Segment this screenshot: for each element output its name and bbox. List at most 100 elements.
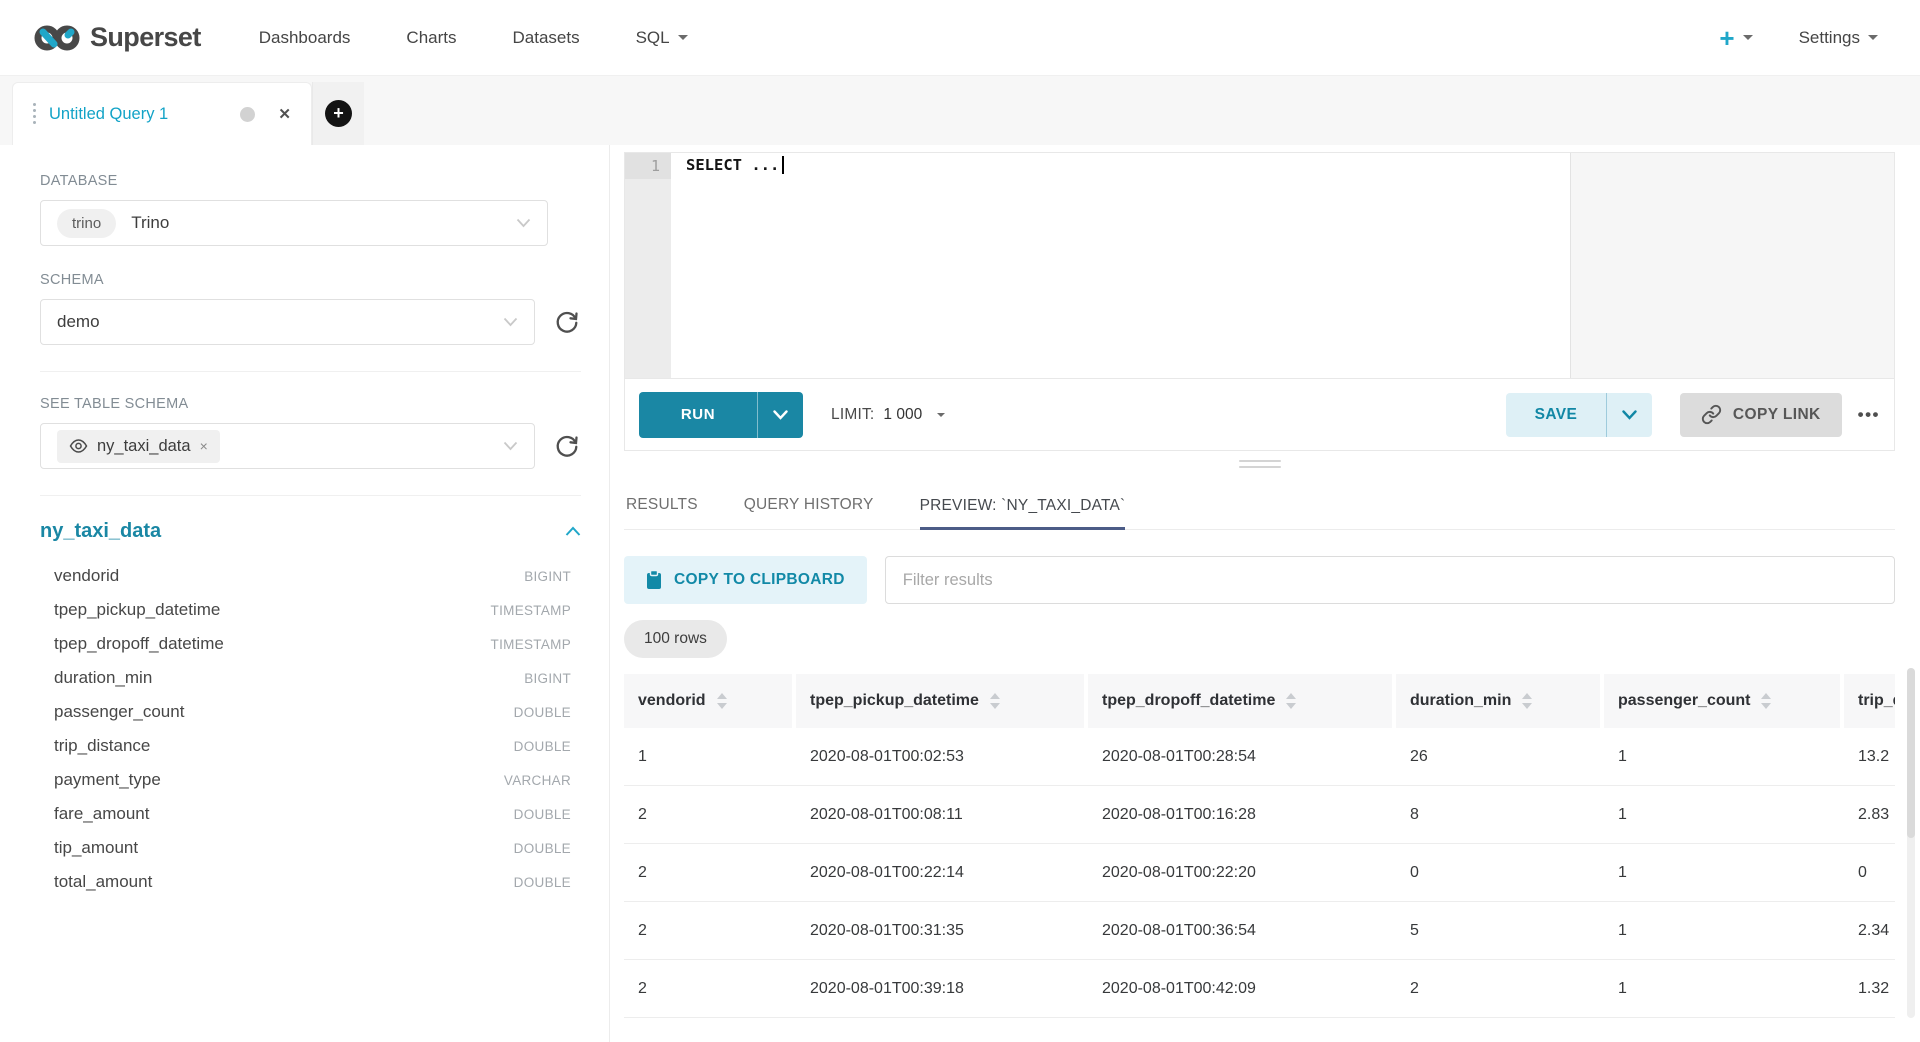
schema-column-row: fare_amountDOUBLE	[40, 797, 581, 831]
run-options-button[interactable]	[757, 392, 803, 438]
chevron-down-icon	[516, 218, 531, 228]
results-actions-row: COPY TO CLIPBOARD	[624, 556, 1895, 604]
tab-preview-ny-taxi-data[interactable]: PREVIEW: `NY_TAXI_DATA`	[920, 497, 1126, 530]
table-name-heading[interactable]: ny_taxi_data	[40, 520, 161, 543]
selected-table-name: ny_taxi_data	[97, 437, 191, 456]
column-header-trip-distance[interactable]: trip_distance	[1844, 674, 1895, 728]
limit-value: 1 000	[883, 406, 922, 424]
schema-column-row: passenger_countDOUBLE	[40, 695, 581, 729]
sidebar-divider	[40, 495, 581, 496]
collapse-chevron-up-icon[interactable]	[565, 526, 581, 537]
refresh-schema-icon[interactable]	[553, 308, 581, 336]
close-tab-icon[interactable]: ✕	[278, 105, 291, 123]
navbar-right: + Settings	[1719, 25, 1878, 51]
tab-results[interactable]: RESULTS	[626, 496, 698, 529]
tab-untitled-query[interactable]: Untitled Query 1 ✕	[12, 82, 312, 145]
main-content: DATABASE trino Trino SCHEMA demo	[0, 145, 1920, 1042]
tab-query-history[interactable]: QUERY HISTORY	[744, 496, 874, 529]
code-line: SELECT ...	[671, 153, 1894, 174]
new-item-menu[interactable]: +	[1719, 25, 1752, 51]
table-schema-browser: ny_taxi_data vendoridBIGINT tpep_pickup_…	[40, 520, 581, 899]
selected-table-tag: ny_taxi_data ×	[57, 430, 220, 463]
nav-charts[interactable]: Charts	[406, 28, 456, 48]
line-number: 1	[651, 157, 660, 175]
caret-down-icon	[1868, 35, 1878, 40]
editor-code-area[interactable]: SELECT ...	[671, 153, 1894, 378]
table-row: 22020-08-01T00:22:142020-08-01T00:22:200…	[624, 844, 1895, 902]
sql-lab-sidebar: DATABASE trino Trino SCHEMA demo	[12, 145, 610, 1042]
table-header-row: vendorid tpep_pickup_datetime tpep_dropo…	[624, 674, 1895, 728]
save-button-group: SAVE	[1506, 393, 1652, 437]
copy-link-button[interactable]: COPY LINK	[1680, 393, 1842, 437]
column-header-pickup[interactable]: tpep_pickup_datetime	[796, 674, 1084, 728]
refresh-tables-icon[interactable]	[553, 432, 581, 460]
schema-column-row: tpep_pickup_datetimeTIMESTAMP	[40, 593, 581, 627]
text-cursor	[782, 156, 784, 174]
plus-icon: +	[1719, 25, 1734, 51]
superset-logo-icon	[34, 23, 80, 53]
database-select[interactable]: trino Trino	[40, 200, 548, 246]
sort-icon	[717, 693, 727, 709]
sort-icon	[990, 693, 1000, 709]
schema-column-row: vendoridBIGINT	[40, 559, 581, 593]
more-actions-button[interactable]: •••	[1858, 405, 1880, 425]
column-header-dropoff[interactable]: tpep_dropoff_datetime	[1088, 674, 1392, 728]
nav-sql-menu[interactable]: SQL	[636, 28, 688, 48]
chevron-down-icon	[503, 317, 518, 327]
results-tab-bar: RESULTS QUERY HISTORY PREVIEW: `NY_TAXI_…	[624, 477, 1895, 530]
schema-value: demo	[57, 312, 100, 332]
database-type-pill: trino	[57, 209, 116, 238]
save-options-button[interactable]	[1606, 393, 1652, 437]
sql-text: ...	[751, 156, 779, 174]
column-header-vendorid[interactable]: vendorid	[624, 674, 792, 728]
table-row: 22020-08-01T00:08:112020-08-01T00:16:288…	[624, 786, 1895, 844]
remove-table-icon[interactable]: ×	[200, 438, 208, 454]
sort-icon	[1761, 693, 1771, 709]
column-header-passenger[interactable]: passenger_count	[1604, 674, 1840, 728]
sql-keyword: SELECT	[686, 156, 742, 174]
eye-icon	[69, 439, 88, 453]
database-field: DATABASE trino Trino	[40, 173, 581, 246]
add-tab-button[interactable]: +	[325, 100, 352, 127]
schema-column-row: payment_typeVARCHAR	[40, 763, 581, 797]
table-row: 12020-08-01T00:02:532020-08-01T00:28:542…	[624, 728, 1895, 786]
sql-code-editor[interactable]: 1 SELECT ...	[624, 152, 1895, 379]
column-header-duration[interactable]: duration_min	[1396, 674, 1600, 728]
new-tab-cell: +	[312, 82, 364, 145]
database-value: Trino	[131, 213, 169, 233]
link-icon	[1701, 404, 1722, 425]
sql-editor-panel: 1 SELECT ... RUN LIMIT: 1 000	[610, 145, 1920, 1042]
schema-column-row: tpep_dropoff_datetimeTIMESTAMP	[40, 627, 581, 661]
top-navbar: Superset Dashboards Charts Datasets SQL …	[0, 0, 1920, 76]
limit-dropdown[interactable]: LIMIT: 1 000	[831, 406, 945, 424]
run-button-group: RUN	[639, 392, 803, 438]
copy-to-clipboard-button[interactable]: COPY TO CLIPBOARD	[624, 556, 867, 604]
brand-title: Superset	[90, 22, 201, 53]
table-row: 22020-08-01T00:39:182020-08-01T00:42:092…	[624, 960, 1895, 1018]
sort-icon	[1286, 693, 1296, 709]
filter-results-input[interactable]	[885, 556, 1895, 604]
sort-icon	[1522, 693, 1532, 709]
caret-down-icon	[1743, 35, 1753, 40]
unsaved-indicator	[240, 107, 255, 122]
table-select[interactable]: ny_taxi_data ×	[40, 423, 535, 469]
query-tab-label: Untitled Query 1	[49, 105, 227, 124]
row-count-badge: 100 rows	[624, 620, 727, 658]
database-label: DATABASE	[40, 173, 581, 189]
editor-toolbar: RUN LIMIT: 1 000 SAVE	[624, 379, 1895, 451]
run-button[interactable]: RUN	[639, 392, 757, 438]
schema-column-row: tip_amountDOUBLE	[40, 831, 581, 865]
settings-menu[interactable]: Settings	[1799, 28, 1878, 48]
editor-gutter: 1	[625, 153, 671, 378]
superset-brand[interactable]: Superset	[34, 22, 201, 53]
schema-column-row: total_amountDOUBLE	[40, 865, 581, 899]
drag-handle-icon[interactable]	[33, 103, 36, 125]
results-scrollbar[interactable]	[1907, 668, 1915, 1018]
panel-resize-handle[interactable]	[624, 451, 1895, 477]
schema-select[interactable]: demo	[40, 299, 535, 345]
save-button[interactable]: SAVE	[1506, 393, 1606, 437]
nav-dashboards[interactable]: Dashboards	[259, 28, 351, 48]
schema-field: SCHEMA demo	[40, 272, 581, 345]
table-row: 22020-08-01T00:31:352020-08-01T00:36:545…	[624, 902, 1895, 960]
nav-datasets[interactable]: Datasets	[513, 28, 580, 48]
